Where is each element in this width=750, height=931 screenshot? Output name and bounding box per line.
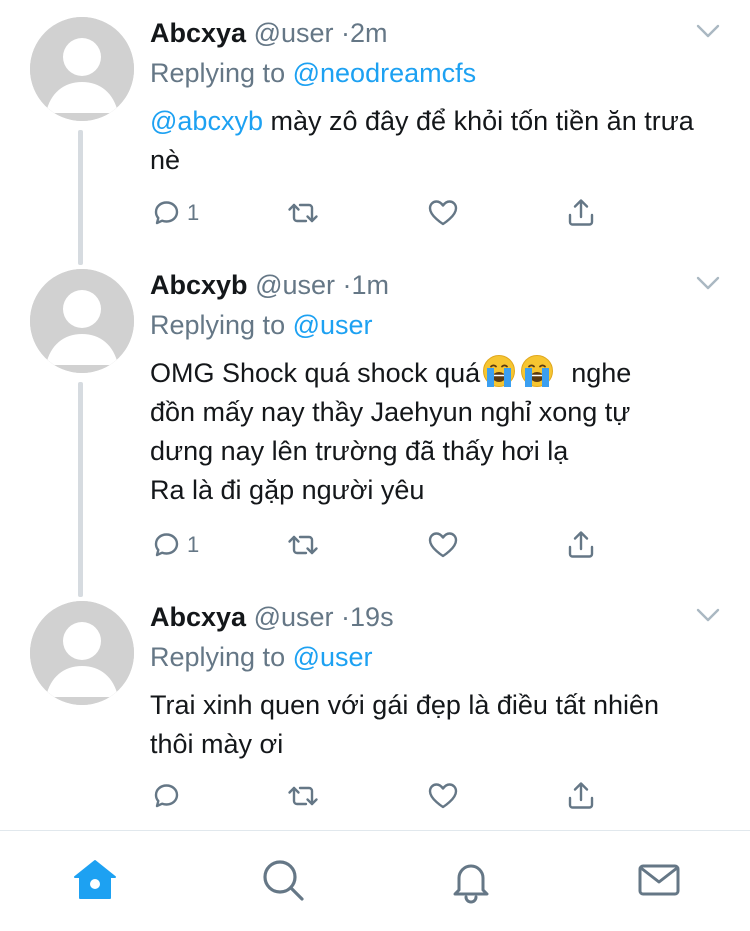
mention-link[interactable]: @abcxyb	[150, 106, 263, 136]
tweet-text-part: OMG Shock quá shock quá	[150, 358, 481, 388]
retweet-button[interactable]	[286, 778, 320, 814]
reply-icon	[154, 784, 179, 808]
like-icon	[428, 783, 458, 809]
tweet-actions	[150, 778, 620, 814]
tab-messages[interactable]	[635, 856, 683, 904]
like-icon	[428, 200, 458, 226]
reply-button[interactable]: 1	[150, 527, 199, 563]
reply-icon	[154, 201, 179, 225]
like-icon	[428, 532, 458, 558]
replying-to-mention[interactable]: @user	[293, 642, 373, 672]
reply-icon	[154, 533, 179, 557]
timestamp[interactable]: 2m	[350, 18, 388, 48]
messages-icon	[638, 864, 680, 896]
tweet-header: Abcxyb @user ·1m	[150, 269, 389, 301]
thread-line	[78, 382, 83, 597]
handle[interactable]: @user	[254, 602, 334, 632]
share-button[interactable]	[564, 527, 598, 563]
tweet-text: OMG Shock quá shock quá nghe đồn mấy nay…	[150, 354, 730, 510]
tab-notifications[interactable]	[447, 856, 495, 904]
tweet-text-line: đồn mấy nay thầy Jaehyun nghỉ xong tự	[150, 397, 631, 427]
tweet-header: Abcxya @user ·19s	[150, 601, 394, 633]
replying-to: Replying to @user	[150, 309, 373, 341]
replying-to-mention[interactable]: @user	[293, 310, 373, 340]
retweet-button[interactable]	[286, 195, 320, 231]
default-avatar-icon	[30, 17, 134, 121]
tab-search[interactable]	[259, 856, 307, 904]
tweet-header: Abcxya @user ·2m	[150, 17, 388, 49]
handle[interactable]: @user	[254, 18, 334, 48]
share-icon	[568, 199, 594, 226]
notifications-icon	[453, 864, 489, 904]
replying-to: Replying to @neodreamcfs	[150, 57, 476, 89]
share-icon	[568, 782, 594, 809]
reply-count: 1	[187, 200, 200, 225]
replying-to-label: Replying to	[150, 642, 286, 672]
tweet[interactable]: Abcxya @user ·2m Replying to @neodreamcf…	[0, 0, 750, 270]
handle[interactable]: @user	[255, 270, 335, 300]
replying-to-label: Replying to	[150, 310, 286, 340]
tweet-actions: 1	[150, 195, 620, 231]
like-button[interactable]	[426, 195, 460, 231]
reply-count: 1	[187, 532, 200, 557]
replying-to-mention[interactable]: @neodreamcfs	[293, 58, 477, 88]
share-button[interactable]	[564, 195, 598, 231]
replying-to: Replying to @user	[150, 641, 373, 673]
crying-face-emoji-icon	[520, 354, 554, 388]
avatar[interactable]	[30, 269, 134, 373]
avatar[interactable]	[30, 601, 134, 705]
tweet-text-line: OMG Shock quá shock quá nghe	[150, 354, 730, 393]
tweet-text-line: dưng nay lên trường đã thấy hơi lạ	[150, 436, 569, 466]
reply-button[interactable]: 1	[150, 195, 199, 231]
thread-line	[78, 130, 83, 265]
tweet[interactable]: Abcxya @user ·19s Replying to @user Trai…	[0, 584, 750, 830]
timestamp[interactable]: 1m	[352, 270, 390, 300]
avatar[interactable]	[30, 17, 134, 121]
retweet-icon	[288, 535, 318, 555]
display-name[interactable]: Abcxya	[150, 18, 246, 48]
tweet-text: @abcxyb mày zô đây để khỏi tốn tiền ăn t…	[150, 102, 730, 180]
chevron-down-icon[interactable]	[694, 20, 722, 40]
like-button[interactable]	[426, 527, 460, 563]
tweet-text-part: nghe	[571, 358, 632, 388]
share-button[interactable]	[564, 778, 598, 814]
separator-dot: ·	[341, 18, 351, 48]
home-icon	[74, 860, 116, 899]
separator-dot: ·	[342, 270, 352, 300]
bottom-tab-bar	[0, 830, 750, 931]
like-button[interactable]	[426, 778, 460, 814]
tweet[interactable]: Abcxyb @user ·1m Replying to @user OMG S…	[0, 252, 750, 602]
search-icon	[263, 860, 304, 901]
crying-face-emoji-icon	[482, 354, 516, 388]
retweet-icon	[288, 203, 318, 223]
tab-home[interactable]	[71, 856, 119, 904]
timestamp[interactable]: 19s	[350, 602, 394, 632]
display-name[interactable]: Abcxyb	[150, 270, 248, 300]
separator-dot: ·	[341, 602, 351, 632]
default-avatar-icon	[30, 601, 134, 705]
replying-to-label: Replying to	[150, 58, 286, 88]
tweet-text-line: Ra là đi gặp người yêu	[150, 475, 425, 505]
default-avatar-icon	[30, 269, 134, 373]
reply-button[interactable]	[150, 778, 187, 814]
tweet-text: Trai xinh quen với gái đẹp là điều tất n…	[150, 690, 660, 759]
tweet-actions: 1	[150, 527, 620, 563]
retweet-button[interactable]	[286, 527, 320, 563]
chevron-down-icon[interactable]	[694, 272, 722, 292]
chevron-down-icon[interactable]	[694, 604, 722, 624]
retweet-icon	[288, 786, 318, 806]
display-name[interactable]: Abcxya	[150, 602, 246, 632]
share-icon	[568, 531, 594, 558]
